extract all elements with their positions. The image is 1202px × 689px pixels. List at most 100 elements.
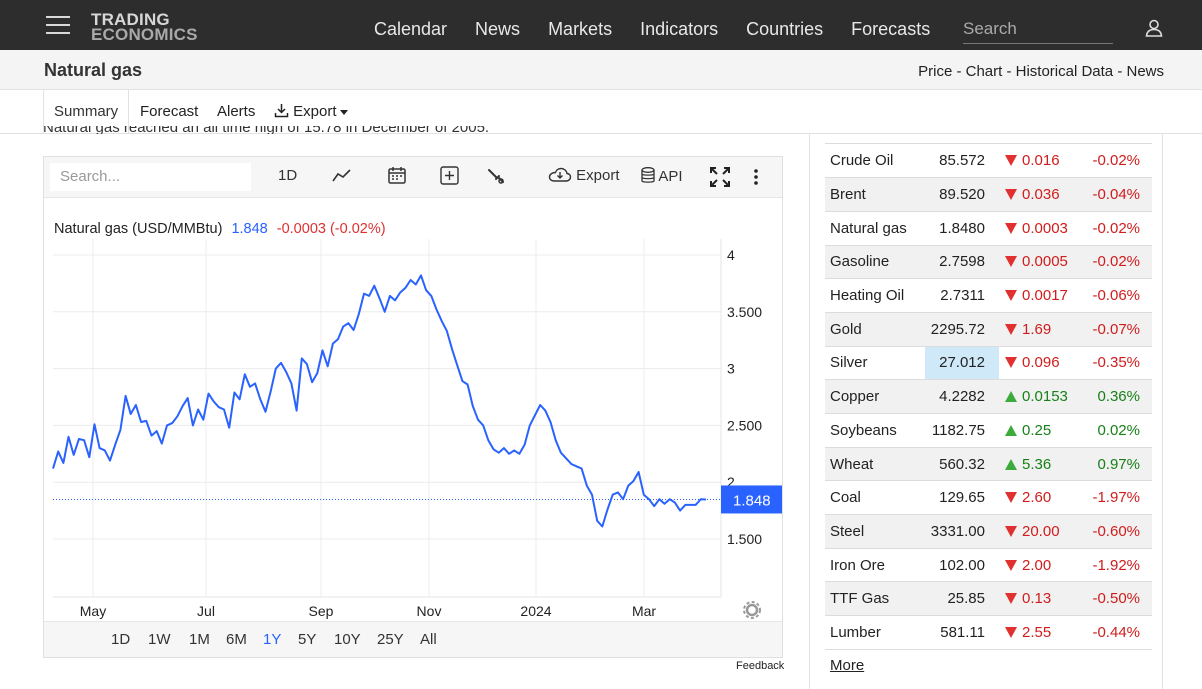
nav-calendar[interactable]: Calendar	[374, 19, 447, 40]
nav-markets[interactable]: Markets	[548, 19, 612, 40]
calendar-icon[interactable]	[387, 165, 407, 185]
commodity-change: 2.00	[999, 548, 1085, 583]
table-row[interactable]: Crude Oil 85.572 0.016 -0.02%	[825, 144, 1152, 179]
chevron-down-icon	[339, 109, 348, 115]
commodity-name[interactable]: Soybeans	[825, 413, 925, 448]
line-chart-icon[interactable]	[331, 168, 353, 184]
commodity-name[interactable]: Brent	[825, 177, 925, 212]
table-row[interactable]: Copper 4.2282 0.0153 0.36%	[825, 379, 1152, 414]
commodity-name[interactable]: Coal	[825, 480, 925, 516]
fullscreen-icon[interactable]	[710, 167, 730, 187]
commodity-pct: 0.97%	[1085, 447, 1152, 482]
range-selector: 1D 1W 1M 6M 1Y 5Y 10Y 25Y All	[44, 621, 782, 657]
commodity-name[interactable]: Iron Ore	[825, 548, 925, 583]
range-button-1d[interactable]: 1D	[111, 631, 130, 648]
arrow-down-icon	[1005, 256, 1017, 268]
change-value: 0.0017	[1022, 287, 1068, 305]
table-row[interactable]: Heating Oil 2.7311 0.0017 -0.06%	[825, 278, 1152, 313]
api-button[interactable]: API	[641, 167, 683, 185]
commodity-name[interactable]: Silver	[825, 346, 925, 381]
commodity-name[interactable]: Natural gas	[825, 211, 925, 246]
feedback-link[interactable]: Feedback	[736, 660, 784, 672]
table-row[interactable]: Wheat 560.32 5.36 0.97%	[825, 447, 1152, 482]
commodity-name[interactable]: Crude Oil	[825, 144, 925, 179]
y-tick-label: 2.500	[727, 417, 762, 433]
commodity-pct: 0.36%	[1085, 379, 1152, 414]
commodity-price: 102.00	[925, 548, 999, 583]
commodity-price: 1.8480	[925, 211, 999, 246]
commodity-price: 25.85	[925, 581, 999, 617]
more-vertical-icon[interactable]	[753, 168, 759, 186]
user-icon[interactable]	[1145, 19, 1163, 37]
export-button-label: Export	[576, 167, 620, 184]
table-row[interactable]: Silver 27.012 0.096 -0.35%	[825, 346, 1152, 381]
range-button-all[interactable]: All	[420, 631, 437, 648]
interval-button[interactable]: 1D	[278, 167, 297, 184]
change-value: 0.0005	[1022, 253, 1068, 271]
arrow-down-icon	[1005, 525, 1017, 537]
arrow-down-icon	[1005, 189, 1017, 201]
commodity-name[interactable]: Wheat	[825, 447, 925, 482]
nav-indicators[interactable]: Indicators	[640, 19, 718, 40]
range-button-10y[interactable]: 10Y	[334, 631, 361, 648]
wrench-icon[interactable]	[487, 167, 505, 185]
chart-settings-icon[interactable]	[743, 601, 761, 619]
export-button[interactable]: Export	[548, 167, 620, 184]
arrow-down-icon	[1005, 323, 1017, 335]
range-button-1y[interactable]: 1Y	[263, 631, 281, 648]
api-button-label: API	[658, 168, 683, 185]
table-row[interactable]: Soybeans 1182.75 0.25 0.02%	[825, 413, 1152, 448]
nav-forecasts[interactable]: Forecasts	[851, 19, 930, 40]
table-row[interactable]: Lumber 581.11 2.55 -0.44%	[825, 615, 1152, 650]
commodity-name[interactable]: Gold	[825, 312, 925, 347]
arrow-down-icon	[1005, 626, 1017, 638]
arrow-down-icon	[1005, 559, 1017, 571]
chart-search-input[interactable]: Search...	[50, 163, 251, 191]
commodity-pct: -0.02%	[1085, 211, 1152, 246]
commodity-price: 2295.72	[925, 312, 999, 347]
add-indicator-icon[interactable]	[440, 166, 459, 185]
commodity-name[interactable]: Heating Oil	[825, 278, 925, 313]
commodity-pct: -1.97%	[1085, 480, 1152, 516]
table-row[interactable]: Coal 129.65 2.60 -1.97%	[825, 480, 1152, 516]
commodity-price: 3331.00	[925, 514, 999, 549]
commodity-pct: 0.02%	[1085, 413, 1152, 448]
commodity-name[interactable]: Steel	[825, 514, 925, 549]
x-tick-label: Nov	[417, 603, 442, 619]
arrow-down-icon	[1005, 290, 1017, 302]
price-chart[interactable]: 43.50032.50021.500 May Jul Sep Nov 2024 Mar 1…	[44, 199, 782, 621]
nav-news[interactable]: News	[475, 19, 520, 40]
section-links[interactable]: Price - Chart - Historical Data - News	[918, 63, 1164, 80]
range-button-5y[interactable]: 5Y	[298, 631, 316, 648]
commodity-name[interactable]: TTF Gas	[825, 581, 925, 617]
commodity-pct: -0.06%	[1085, 278, 1152, 313]
table-row[interactable]: Gold 2295.72 1.69 -0.07%	[825, 312, 1152, 347]
arrow-down-icon	[1005, 357, 1017, 369]
table-row[interactable]: Gasoline 2.7598 0.0005 -0.02%	[825, 245, 1152, 280]
table-row[interactable]: TTF Gas 25.85 0.13 -0.50%	[825, 581, 1152, 617]
logo[interactable]: TRADING ECONOMICS	[91, 11, 198, 43]
table-row[interactable]: Steel 3331.00 20.00 -0.60%	[825, 514, 1152, 549]
range-button-1w[interactable]: 1W	[148, 631, 171, 648]
change-value: 0.0153	[1022, 388, 1068, 406]
site-search-input[interactable]: Search	[963, 14, 1113, 44]
commodity-change: 1.69	[999, 312, 1085, 347]
change-value: 2.60	[1022, 489, 1052, 507]
table-row[interactable]: Brent 89.520 0.036 -0.04%	[825, 177, 1152, 212]
commodity-change: 2.55	[999, 615, 1085, 650]
more-link[interactable]: More	[830, 657, 864, 674]
commodity-name[interactable]: Gasoline	[825, 245, 925, 280]
nav-countries[interactable]: Countries	[746, 19, 823, 40]
range-button-6m[interactable]: 6M	[226, 631, 247, 648]
range-button-1m[interactable]: 1M	[189, 631, 210, 648]
commodity-change: 5.36	[999, 447, 1085, 482]
table-row[interactable]: Natural gas 1.8480 0.0003 -0.02%	[825, 211, 1152, 246]
hamburger-menu-icon[interactable]	[46, 16, 70, 34]
table-row[interactable]: Iron Ore 102.00 2.00 -1.92%	[825, 548, 1152, 583]
range-button-25y[interactable]: 25Y	[377, 631, 404, 648]
change-value: 2.55	[1022, 623, 1052, 641]
commodity-price: 560.32	[925, 447, 999, 482]
commodity-name[interactable]: Lumber	[825, 615, 925, 650]
commodity-name[interactable]: Copper	[825, 379, 925, 414]
commodity-pct: -0.44%	[1085, 615, 1152, 650]
